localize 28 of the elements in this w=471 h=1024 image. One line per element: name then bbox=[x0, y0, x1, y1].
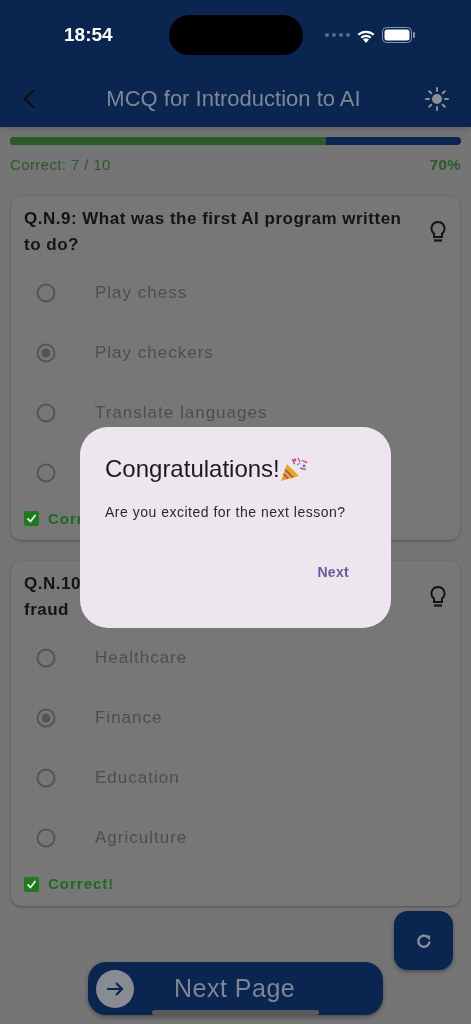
theme-toggle-button[interactable] bbox=[425, 86, 449, 111]
battery-icon bbox=[382, 27, 415, 43]
lightbulb-icon[interactable] bbox=[430, 585, 446, 609]
question-text: Q.N.9: What was the first AI program written to do? bbox=[24, 207, 402, 256]
dialog-message: Are you excited for the next lesson? bbox=[105, 503, 347, 522]
dialog-next-button[interactable]: Next bbox=[317, 562, 349, 583]
result-text: Correct! bbox=[48, 874, 115, 894]
party-popper-icon bbox=[279, 456, 308, 482]
radio-button[interactable] bbox=[36, 768, 56, 788]
result-text: Corr bbox=[48, 508, 84, 529]
dialog-title: Congratulations! bbox=[105, 454, 280, 484]
app-bar-title: MCQ for Introduction to AI bbox=[105, 85, 362, 113]
question-text: Q.N.10 fraud bbox=[24, 573, 81, 621]
radio-button[interactable] bbox=[36, 282, 56, 303]
percent-score: 70% bbox=[429, 155, 461, 175]
refresh-icon bbox=[414, 931, 433, 950]
correct-count: Correct: 7 / 10 bbox=[10, 155, 111, 175]
next-page-button[interactable]: Next Page bbox=[88, 962, 383, 1015]
radio-button[interactable] bbox=[36, 708, 56, 728]
signal-icon bbox=[325, 33, 350, 37]
radio-button[interactable] bbox=[36, 462, 56, 483]
radio-button[interactable] bbox=[36, 342, 56, 363]
lightbulb-icon[interactable] bbox=[430, 219, 446, 244]
radio-button[interactable] bbox=[36, 828, 56, 848]
refresh-button[interactable] bbox=[394, 911, 453, 970]
radio-button[interactable] bbox=[36, 402, 56, 423]
status-time: 18:54 bbox=[64, 22, 113, 47]
radio-button[interactable] bbox=[36, 648, 56, 668]
